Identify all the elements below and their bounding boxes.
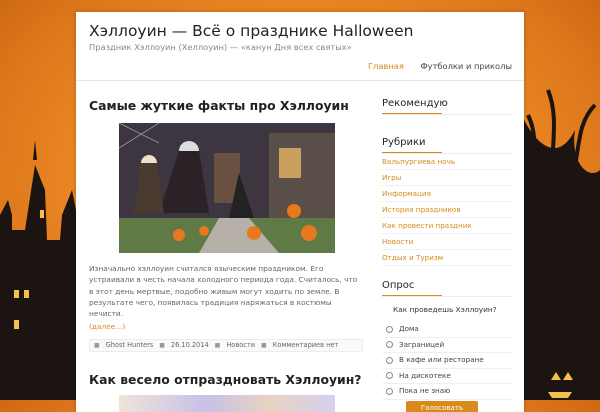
author-icon: ■ xyxy=(94,341,100,349)
post-excerpt-text: Изначально хэллоуин считался языческим п… xyxy=(89,264,358,319)
read-more-link[interactable]: (далее...) xyxy=(89,321,125,332)
sidebar: Рекомендую Рубрики Вальпургиева ночь Игр… xyxy=(382,98,512,412)
post-title-2[interactable]: Как весело отпраздновать Хэллоуин? xyxy=(89,372,361,387)
poll-option-label: В кафе или ресторане xyxy=(399,355,484,364)
rubric-link[interactable]: Вальпургиева ночь xyxy=(382,154,512,170)
site-description: Праздник Хэллоуин (Хеллоуин) — «канун Дн… xyxy=(89,42,352,52)
poll-option-label: На дискотеке xyxy=(399,370,451,380)
page-container: Хэллоуин — Всё о празднике Halloween Пра… xyxy=(76,12,524,412)
post-excerpt: Изначально хэллоуин считался языческим п… xyxy=(89,263,361,333)
main-nav: Главная Футболки и приколы xyxy=(354,61,512,71)
post-author[interactable]: Ghost Hunters xyxy=(106,341,154,349)
nav-item-home[interactable]: Главная xyxy=(368,61,404,71)
vote-button[interactable]: Голосовать xyxy=(406,401,478,412)
radio-button[interactable] xyxy=(386,372,393,380)
post-comments[interactable]: Комментариев нет xyxy=(273,341,339,349)
radio-button[interactable] xyxy=(386,356,393,364)
post-date: 26.10.2014 xyxy=(170,341,209,350)
post-title[interactable]: Самые жуткие факты про Хэллоуин xyxy=(89,98,366,113)
post-category[interactable]: Новости xyxy=(226,341,255,349)
post-image[interactable] xyxy=(119,123,335,253)
folder-icon: ■ xyxy=(214,341,221,349)
widget-title-rubrics: Рубрики xyxy=(382,137,442,154)
comment-icon: ■ xyxy=(261,341,267,349)
haunted-porch-illustration xyxy=(119,123,335,253)
widget-divider xyxy=(382,296,512,297)
main-content: Самые жуткие факты про Хэллоуин Изначаль… xyxy=(89,98,366,352)
rubric-link[interactable]: Новости xyxy=(382,234,512,250)
rubric-link[interactable]: Отдых и Туризм xyxy=(382,250,512,266)
rubric-link[interactable]: Игры xyxy=(382,170,512,186)
radio-button[interactable] xyxy=(386,325,393,333)
post-image-2[interactable] xyxy=(119,395,335,412)
poll-option[interactable]: На дискотеке xyxy=(382,369,512,384)
radio-button[interactable] xyxy=(386,387,393,395)
widget-title-recommend: Рекомендую xyxy=(382,98,448,115)
rubric-link[interactable]: Как провести праздник xyxy=(382,218,512,234)
widget-title-poll: Опрос xyxy=(382,280,442,297)
poll-question: Как проведешь Хэллоуин? xyxy=(393,305,497,314)
header-divider xyxy=(76,80,524,81)
radio-button[interactable] xyxy=(386,341,393,349)
nav-item-tshirts[interactable]: Футболки и приколы xyxy=(421,61,512,71)
rubric-link[interactable]: История праздников xyxy=(382,202,512,218)
widget-divider xyxy=(382,114,512,115)
poll-option[interactable]: Пока не знаю xyxy=(382,384,512,400)
poll-option[interactable]: Заграницей xyxy=(382,338,512,353)
site-title[interactable]: Хэллоуин — Всё о празднике Halloween xyxy=(89,22,413,40)
poll-option-label: Дома xyxy=(399,324,419,333)
poll-option-label: Заграницей xyxy=(399,339,445,349)
poll-option-label: Пока не знаю xyxy=(399,386,451,395)
post-meta: ■ Ghost Hunters ■ 26.10.2014 ■ Новости ■… xyxy=(89,338,363,352)
rubrics-list: Вальпургиева ночь Игры Информация Истори… xyxy=(382,154,512,266)
poll-option[interactable]: В кафе или ресторане xyxy=(382,353,512,369)
poll-option[interactable]: Дома xyxy=(382,322,512,338)
rubric-link[interactable]: Информация xyxy=(382,186,512,202)
calendar-icon: ■ xyxy=(159,341,165,349)
